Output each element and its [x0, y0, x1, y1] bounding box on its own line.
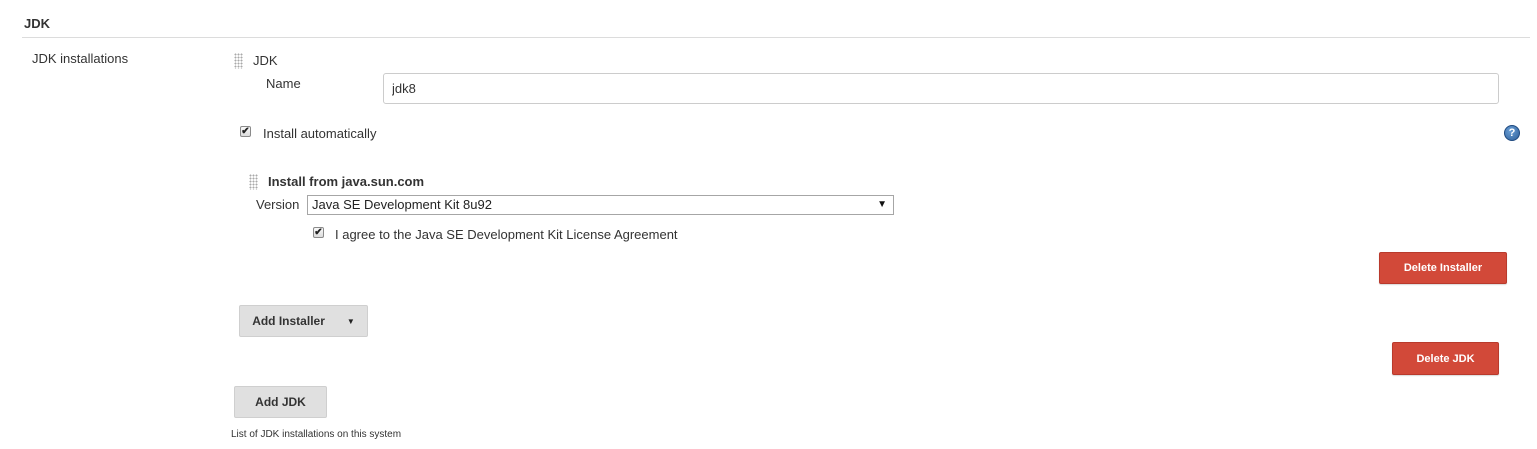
- add-installer-label: Add Installer: [252, 314, 325, 328]
- check-icon: ✔: [241, 125, 250, 137]
- jdk-installations-label: JDK installations: [32, 51, 129, 66]
- add-installer-button[interactable]: Add Installer ▼: [239, 305, 368, 337]
- jdk-name-input[interactable]: [383, 73, 1499, 104]
- chevron-down-icon: ▼: [346, 316, 355, 326]
- license-agree-label: I agree to the Java SE Development Kit L…: [335, 227, 678, 242]
- section-divider: [22, 37, 1530, 38]
- section-title: JDK: [24, 16, 51, 31]
- version-select-value: Java SE Development Kit 8u92: [312, 197, 492, 212]
- chevron-down-icon: ▼: [877, 199, 887, 210]
- field-description: List of JDK installations on this system: [231, 429, 402, 440]
- drag-handle-icon[interactable]: [234, 53, 243, 69]
- installer-drag-handle-icon[interactable]: [249, 174, 258, 190]
- delete-installer-button[interactable]: Delete Installer: [1379, 252, 1507, 284]
- install-automatically-checkbox[interactable]: ✔: [240, 126, 251, 137]
- install-automatically-label: Install automatically: [263, 126, 377, 141]
- installer-title: Install from java.sun.com: [268, 174, 425, 189]
- help-icon[interactable]: ?: [1504, 125, 1520, 141]
- license-agree-checkbox[interactable]: ✔: [313, 227, 324, 238]
- delete-jdk-button[interactable]: Delete JDK: [1392, 342, 1499, 375]
- version-label: Version: [256, 197, 300, 212]
- add-jdk-button[interactable]: Add JDK: [234, 386, 327, 418]
- version-select[interactable]: Java SE Development Kit 8u92 ▼: [307, 195, 894, 215]
- check-icon: ✔: [314, 226, 323, 238]
- name-label: Name: [266, 76, 301, 91]
- jdk-block-title: JDK: [253, 53, 278, 68]
